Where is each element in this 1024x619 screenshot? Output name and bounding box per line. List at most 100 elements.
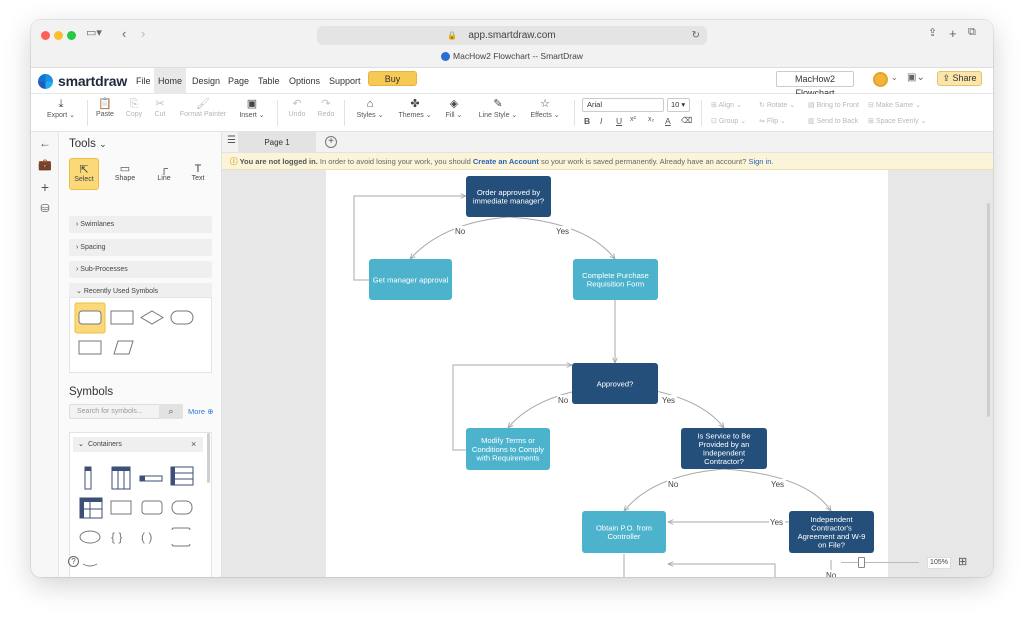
node-order[interactable]: Order approved byimmediate manager? [466, 176, 551, 217]
terminator-symbol[interactable] [170, 310, 194, 325]
menu-home[interactable]: Home [154, 68, 187, 94]
node-modify-terms[interactable]: Modify Terms orConditions to Complywith … [466, 428, 550, 470]
avatar-chevron-icon[interactable]: ⌄ [891, 73, 898, 82]
cut-button[interactable]: ✂ Cut [149, 98, 171, 118]
text-color-button[interactable]: A [665, 116, 671, 126]
tab-overview-icon[interactable]: ⧉ [968, 26, 976, 39]
collapse-chevron-icon[interactable]: ⌄ [78, 440, 84, 448]
create-account-link[interactable]: Create an Account [473, 157, 539, 166]
menu-page[interactable]: Page [224, 68, 253, 94]
send-to-back-button[interactable]: ▥ Send to Back [808, 117, 858, 125]
help-icon[interactable]: ? [68, 556, 79, 567]
text-tool[interactable]: T Text [183, 158, 213, 190]
swimlanes-section[interactable]: › Swimlanes [69, 216, 212, 233]
diamond-symbol[interactable] [140, 310, 164, 325]
group-button[interactable]: ⊡ Group ⌄ [711, 117, 746, 125]
export-button[interactable]: ⤓ Export ⌄ [45, 98, 77, 119]
minimize-window-button[interactable] [54, 31, 63, 40]
user-avatar[interactable] [873, 72, 888, 87]
italic-button[interactable]: I [600, 116, 602, 126]
canvas-scrollbar[interactable] [987, 203, 990, 417]
drawing-page[interactable]: Order approved by immediate manager? Get m… [326, 170, 990, 577]
map-icon[interactable]: ⊞ [958, 555, 967, 568]
back-icon[interactable]: ‹ [122, 26, 126, 41]
browser-tab[interactable]: MacHow2 Flowchart -- SmartDraw [31, 51, 993, 62]
zoom-slider-handle[interactable] [858, 557, 865, 568]
bold-button[interactable]: B [584, 116, 590, 126]
rounded-rect-symbol[interactable] [78, 310, 102, 325]
zoom-window-button[interactable] [67, 31, 76, 40]
container-symbol[interactable] [82, 563, 98, 567]
node-get-approval[interactable]: Get manager approval [369, 259, 452, 300]
page-list-icon[interactable]: ☰ [227, 135, 236, 146]
font-family-select[interactable]: Arial [582, 98, 664, 112]
shape-tool[interactable]: ▭ Shape [110, 158, 140, 190]
connector-order-get-approval[interactable] [410, 216, 510, 259]
flip-button[interactable]: ⇋ Flip ⌄ [759, 117, 786, 125]
drawing-canvas[interactable]: Order approved by immediate manager? Get m… [222, 170, 993, 577]
menu-support[interactable]: Support [325, 68, 365, 94]
menu-table[interactable]: Table [254, 68, 284, 94]
add-icon[interactable]: + [31, 179, 59, 195]
more-symbols-link[interactable]: More ⊕ [188, 407, 213, 416]
node-approved[interactable]: Approved? [572, 363, 658, 404]
superscript-button[interactable]: x² [630, 116, 636, 123]
forward-icon[interactable]: › [141, 26, 145, 41]
container-symbol[interactable]: ( ) [141, 530, 152, 544]
make-same-button[interactable]: ⊟ Make Same ⌄ [868, 101, 921, 109]
themes-button[interactable]: ✤ Themes ⌄ [397, 98, 433, 119]
symbol-search-input[interactable]: Search for symbols... [69, 404, 170, 419]
underline-button[interactable]: U [616, 116, 622, 126]
container-symbol[interactable] [141, 500, 163, 515]
document-name-field[interactable]: MacHow2 Flowchart [776, 71, 854, 98]
container-symbol[interactable] [171, 500, 193, 515]
select-tool[interactable]: ⇱ Select [69, 158, 99, 190]
container-symbol[interactable]: { } [111, 530, 122, 544]
connector-order-complete-form[interactable] [508, 216, 615, 259]
node-service[interactable]: Is Service to BeProvided by anIndependen… [681, 428, 767, 469]
sign-in-link[interactable]: Sign in. [748, 157, 773, 166]
database-icon[interactable]: ⛁ [31, 202, 59, 215]
share-page-icon[interactable]: ⇪ [928, 26, 937, 39]
fill-button[interactable]: ◈ Fill ⌄ [443, 98, 465, 119]
connector-service-contractor[interactable] [723, 468, 831, 511]
subscript-button[interactable]: x₂ [648, 116, 654, 123]
menu-options[interactable]: Options [285, 68, 324, 94]
styles-button[interactable]: ⌂ Styles ⌄ [355, 98, 385, 119]
presentation-icon[interactable]: ▣⌄ [907, 72, 925, 83]
add-page-icon[interactable]: + [325, 136, 337, 148]
containers-header[interactable]: Containers [73, 437, 203, 452]
bring-to-front-button[interactable]: ▤ Bring to Front [808, 101, 859, 109]
tab-page-1[interactable]: Page 1 [238, 132, 316, 153]
font-size-select[interactable]: 10 ▾ [667, 98, 690, 112]
close-window-button[interactable] [41, 31, 50, 40]
effects-button[interactable]: ☆ Effects ⌄ [527, 98, 563, 119]
process-symbol[interactable] [78, 340, 102, 355]
node-contractor[interactable]: IndependentContractor'sAgreement and W-9… [789, 511, 874, 553]
search-icon[interactable]: ⌕ [159, 404, 183, 419]
new-tab-icon[interactable]: + [949, 26, 957, 41]
zoom-slider[interactable] [841, 562, 919, 563]
sub-processes-section[interactable]: › Sub-Processes [69, 261, 212, 278]
redo-button[interactable]: ↷ Redo [315, 98, 337, 118]
briefcase-icon[interactable]: 💼 [31, 158, 59, 171]
align-button[interactable]: ⊞ Align ⌄ [711, 101, 742, 109]
paste-button[interactable]: 📋 Paste [93, 98, 117, 118]
container-symbol[interactable] [79, 530, 101, 544]
buy-button[interactable]: Buy [368, 71, 417, 86]
reload-icon[interactable]: ↻ [692, 26, 700, 45]
panel-scrollbar[interactable] [207, 433, 210, 483]
space-evenly-button[interactable]: ⊞ Space Evenly ⌄ [868, 117, 926, 125]
copy-button[interactable]: ⎘ Copy [122, 98, 146, 118]
address-bar[interactable]: 🔒 app.smartdraw.com ↻ [317, 26, 707, 45]
container-symbol[interactable] [110, 500, 132, 515]
close-icon[interactable]: × [191, 439, 196, 449]
undo-button[interactable]: ↶ Undo [286, 98, 308, 118]
rectangle-symbol[interactable] [110, 310, 134, 325]
format-painter-button[interactable]: 🖌 Format Painter [177, 98, 229, 118]
parallelogram-symbol[interactable] [113, 340, 134, 355]
line-tool[interactable]: ┌ Line [149, 158, 179, 190]
connector-return-obtain[interactable] [668, 564, 776, 577]
connector-service-obtain[interactable] [624, 468, 725, 511]
spacing-section[interactable]: › Spacing [69, 239, 212, 256]
